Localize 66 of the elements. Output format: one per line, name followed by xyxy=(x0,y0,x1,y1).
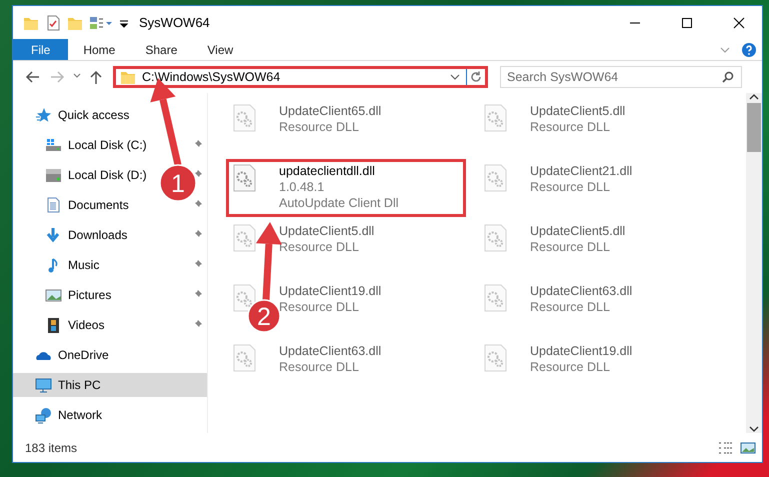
search-field[interactable]: Search SysWOW64 xyxy=(500,66,742,88)
refresh-icon[interactable] xyxy=(470,71,482,83)
properties-icon[interactable] xyxy=(45,14,61,30)
maximize-icon xyxy=(681,16,693,28)
network-icon xyxy=(35,406,52,424)
search-icon xyxy=(722,71,734,83)
ribbon-tab[interactable]: Home xyxy=(68,39,130,60)
file-item[interactable]: UpdateClient65.dll Resource DLL xyxy=(228,101,464,155)
file-item[interactable]: UpdateClient5.dll Resource DLL xyxy=(479,221,715,275)
star-icon xyxy=(35,106,52,124)
navigation-item[interactable]: OneDrive xyxy=(13,343,207,367)
step-badge xyxy=(247,299,281,333)
file-item[interactable]: UpdateClient19.dll Resource DLL xyxy=(479,341,715,395)
details-view-icon[interactable] xyxy=(718,440,734,454)
help-icon[interactable] xyxy=(742,42,756,56)
navigation-item[interactable]: Videos xyxy=(13,313,207,337)
close-icon xyxy=(733,16,745,28)
step-number: 2 xyxy=(257,303,271,331)
dll-file-icon xyxy=(483,164,508,193)
navigation-item[interactable]: Network xyxy=(13,403,207,427)
back-arrow-icon xyxy=(25,70,41,84)
navigation-item[interactable]: Local Disk (C:) xyxy=(13,133,207,157)
monitor-icon xyxy=(35,376,52,394)
up-arrow-icon xyxy=(89,70,103,84)
navigation-item[interactable]: Pictures xyxy=(13,283,207,307)
file-item[interactable]: UpdateClient63.dll Resource DLL xyxy=(479,281,715,335)
ribbon-tab[interactable]: File xyxy=(13,39,68,60)
file-item[interactable]: UpdateClient5.dll Resource DLL xyxy=(228,221,464,275)
dll-file-icon xyxy=(483,344,508,373)
scroll-down-icon[interactable] xyxy=(749,425,759,433)
step-badge xyxy=(159,164,197,202)
drive-icon xyxy=(45,166,62,184)
forward-arrow-icon xyxy=(49,70,65,84)
item-count: 183 items xyxy=(25,440,78,456)
dll-file-icon xyxy=(483,284,508,313)
scroll-thumb[interactable] xyxy=(747,103,761,152)
window-title: SysWOW64 xyxy=(139,14,210,32)
view-icon[interactable] xyxy=(89,14,113,30)
dll-file-icon xyxy=(232,164,257,193)
scroll-up-icon[interactable] xyxy=(749,93,759,101)
file-item[interactable]: updateclientdll.dll 1.0.48.1 AutoUpdate Client Dll xyxy=(228,161,464,215)
dll-file-icon xyxy=(483,224,508,253)
file-item[interactable]: UpdateClient21.dll Resource DLL xyxy=(479,161,715,215)
ribbon-tab[interactable]: View xyxy=(192,39,248,60)
navigation-item[interactable]: Music xyxy=(13,253,207,277)
navigation-item[interactable]: This PC xyxy=(13,373,207,397)
document-icon xyxy=(45,196,62,214)
navigation-item[interactable]: Quick access xyxy=(13,103,207,127)
dll-file-icon xyxy=(232,224,257,253)
navigation-item[interactable]: Downloads xyxy=(13,223,207,247)
dll-file-icon xyxy=(232,344,257,373)
file-item[interactable]: UpdateClient5.dll Resource DLL xyxy=(479,101,715,155)
scrollbar[interactable] xyxy=(746,93,762,433)
picture-icon xyxy=(45,286,62,304)
large-icons-view-icon[interactable] xyxy=(740,440,756,454)
file-item[interactable]: UpdateClient63.dll Resource DLL xyxy=(228,341,464,395)
chevron-down-icon[interactable] xyxy=(450,73,460,81)
drive-icon xyxy=(45,136,62,154)
dll-file-icon xyxy=(232,284,257,313)
dll-file-icon xyxy=(483,104,508,133)
address-bar[interactable]: C:\Windows\SysWOW64 xyxy=(113,66,488,88)
folder-icon xyxy=(120,69,136,85)
download-icon xyxy=(45,226,62,244)
ribbon-tab[interactable]: Share xyxy=(130,39,192,60)
film-icon xyxy=(45,316,62,334)
dll-file-icon xyxy=(232,104,257,133)
